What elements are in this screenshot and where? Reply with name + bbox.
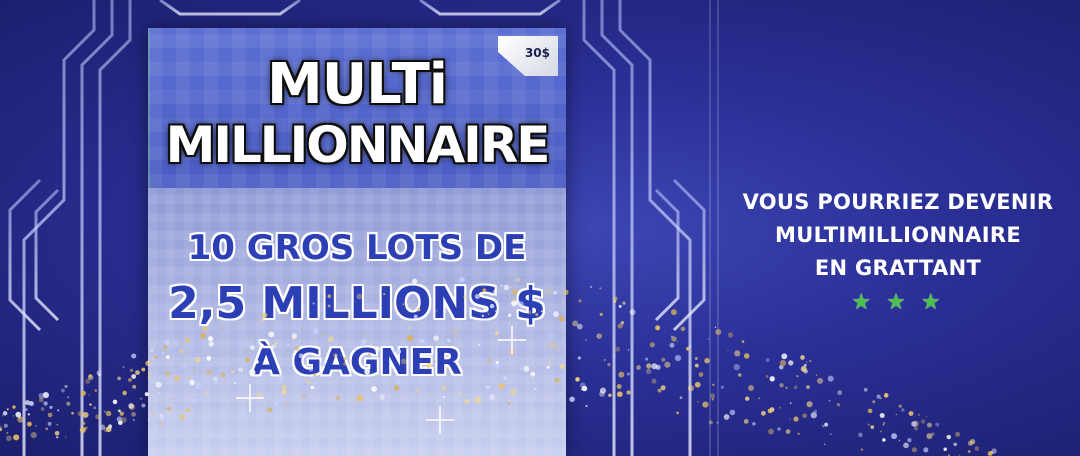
prize-line-1: 10 GROS LOTS DE: [187, 228, 527, 268]
ticket-logo-line1: MULTi: [266, 52, 448, 117]
ticket-logo-line2: MILLIONNAIRE: [165, 116, 551, 174]
prize-line-2: 2,5 MILLIONS $: [168, 278, 546, 329]
tagline: VOUS POURRIEZ DEVENIR MULTIMILLIONNAIRE …: [716, 186, 1080, 285]
prize-line-3: À GAGNER: [252, 342, 462, 383]
tagline-line-2: MULTIMILLIONNAIRE: [775, 223, 1021, 247]
promo-banner[interactable]: 30$ MULTi MILLIONNAIRE 10 GROS LOTS DE 2…: [0, 0, 1080, 456]
scratch-ticket: 30$ MULTi MILLIONNAIRE 10 GROS LOTS DE 2…: [148, 28, 566, 456]
star-rating-decoration: ★ ★ ★: [716, 290, 1080, 315]
tagline-line-1: VOUS POURRIEZ DEVENIR: [742, 190, 1054, 214]
star-icon: ★: [851, 290, 876, 315]
tagline-line-3: EN GRATTANT: [814, 256, 982, 280]
star-icon: ★: [920, 290, 945, 315]
star-icon: ★: [886, 290, 910, 315]
